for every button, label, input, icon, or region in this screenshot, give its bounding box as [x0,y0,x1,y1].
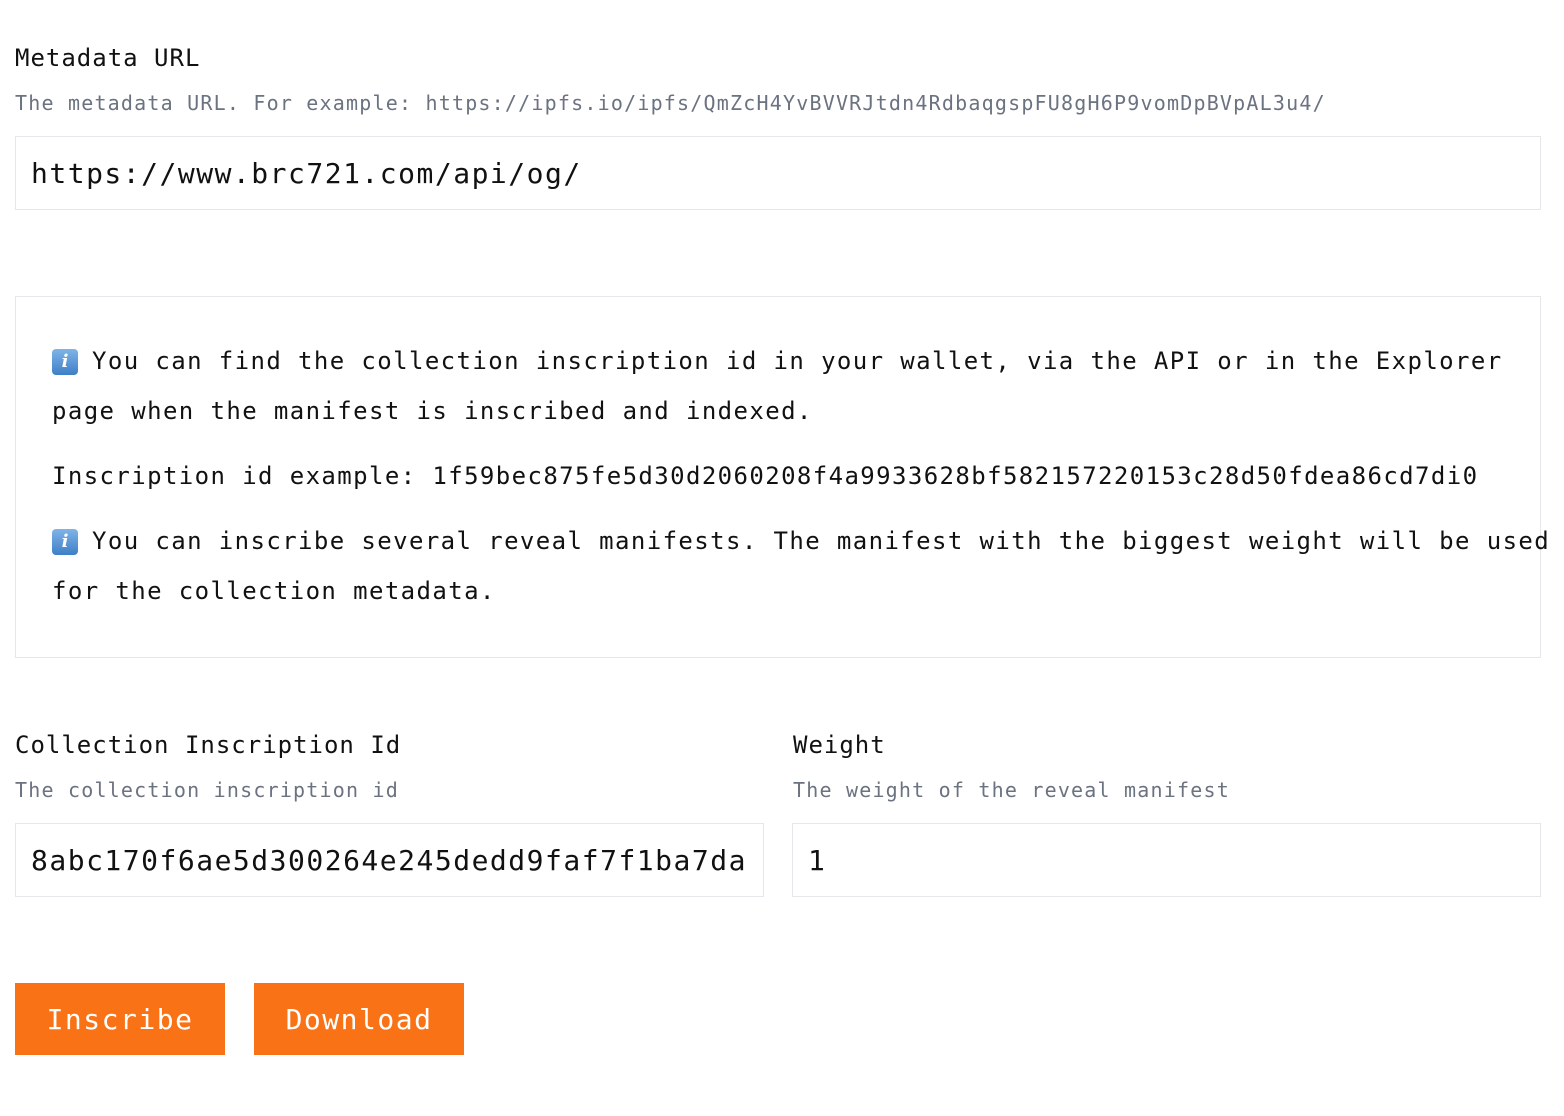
inscription-id-example: Inscription id example: 1f59bec875fe5d30… [52,462,1479,490]
info-box: i You can find the collection inscription… [15,296,1549,658]
metadata-url-help: The metadata URL. For example: https://i… [15,91,1326,115]
collection-id-help: The collection inscription id [15,778,399,802]
info-line-1: i You can find the collection inscription… [52,347,1503,375]
info-line-2: page when the manifest is inscribed and … [52,397,813,425]
download-button[interactable]: Download [254,983,464,1055]
info-icon: i [52,529,78,555]
metadata-url-input[interactable] [15,136,1541,210]
info-text-1: You can find the collection inscription … [92,347,1503,375]
weight-input[interactable] [792,823,1541,897]
collection-id-label: Collection Inscription Id [15,731,402,759]
info-line-4: i You can inscribe several reveal manifes… [52,527,1550,555]
info-line-5: for the collection metadata. [52,577,496,605]
weight-help: The weight of the reveal manifest [793,778,1230,802]
info-text-4: You can inscribe several reveal manifest… [92,527,1551,555]
inscribe-button[interactable]: Inscribe [15,983,225,1055]
collection-id-input[interactable] [15,823,764,897]
info-icon: i [52,349,78,375]
weight-label: Weight [793,731,886,759]
metadata-url-label: Metadata URL [15,44,201,72]
